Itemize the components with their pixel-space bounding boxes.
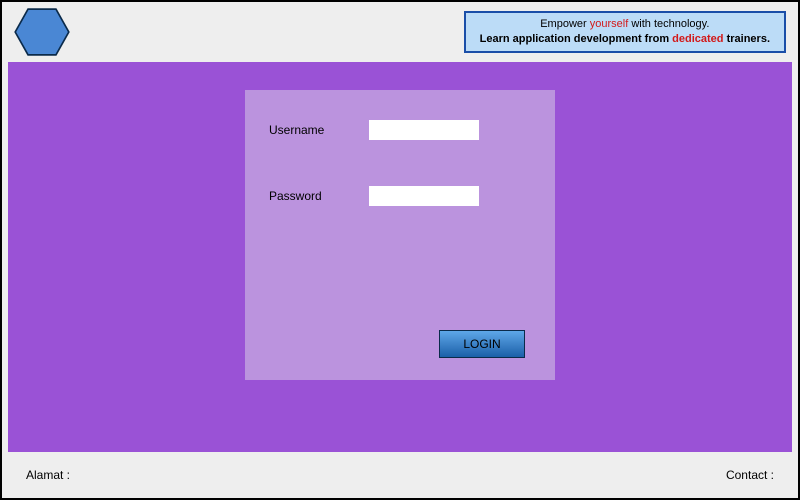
content-background: Username Password LOGIN bbox=[8, 62, 792, 452]
banner-line1-highlight: yourself bbox=[590, 18, 629, 30]
footer-address-label: Alamat : bbox=[26, 468, 70, 482]
header: Empower yourself with technology. Learn … bbox=[2, 2, 798, 62]
login-button[interactable]: LOGIN bbox=[439, 330, 525, 358]
banner-line2-highlight: dedicated bbox=[672, 33, 723, 45]
banner-line1-post: with technology. bbox=[628, 18, 709, 30]
banner-line1-pre: Empower bbox=[540, 18, 590, 30]
username-input[interactable] bbox=[369, 120, 479, 140]
password-label: Password bbox=[269, 189, 369, 203]
username-label: Username bbox=[269, 123, 369, 137]
banner-line2-pre: Learn application development from bbox=[480, 33, 673, 45]
promo-banner: Empower yourself with technology. Learn … bbox=[464, 11, 786, 54]
main-area: Username Password LOGIN bbox=[2, 62, 798, 452]
footer: Alamat : Contact : bbox=[2, 452, 798, 498]
password-input[interactable] bbox=[369, 186, 479, 206]
footer-contact-label: Contact : bbox=[726, 468, 774, 482]
login-card: Username Password LOGIN bbox=[245, 90, 555, 380]
banner-line2-post: trainers. bbox=[724, 33, 770, 45]
hexagon-icon bbox=[14, 8, 70, 56]
